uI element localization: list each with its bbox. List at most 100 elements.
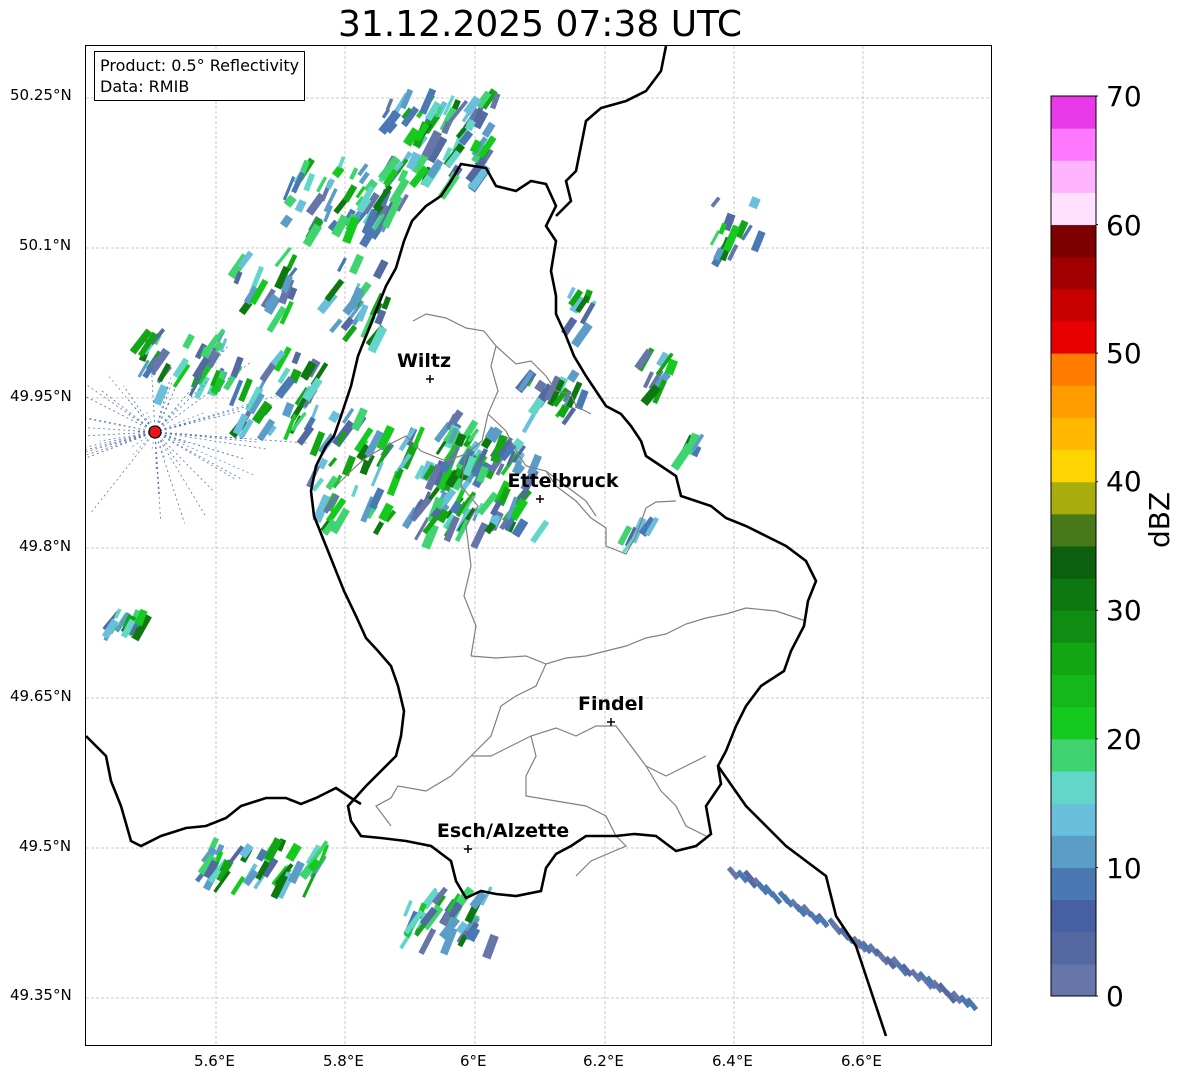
radar-clutter-ray [86,431,156,456]
colorbar-segment [1051,353,1096,386]
lat-tick-label: 49.35°N [10,986,72,1004]
product-text: Product: 0.5° Reflectivity [100,56,300,75]
colorbar-segment [1051,931,1096,965]
radar-echo [530,519,550,544]
colorbar-unit-label: dBZ [1143,491,1176,548]
radar-echo [710,196,721,208]
radar-clutter-ray [123,385,156,433]
radar-echo [279,214,293,229]
radar-clutter-ray [87,385,156,433]
radar-echo [385,98,394,111]
map-canvas [86,46,991,1045]
colorbar-segment [1051,803,1096,836]
radar-echo [294,199,307,213]
radar-site-marker [148,425,162,439]
colorbar-tick-label: 10 [1106,852,1142,885]
colorbar-segment [1051,738,1096,772]
colorbar-segment [1051,481,1096,515]
colorbar-segment [1051,706,1096,740]
colorbar-tick-label: 0 [1106,980,1124,1013]
colorbar-segment [1051,417,1096,451]
city-label-esch: Esch/Alzette [436,820,570,842]
colorbar-tick-label: 70 [1106,80,1142,113]
map-title: 31.12.2025 07:38 UTC [337,4,743,45]
radar-echo [351,484,359,498]
colorbar-segment [1051,288,1096,322]
colorbar-tick-label: 40 [1106,465,1142,498]
colorbar-tick-label: 60 [1106,209,1142,242]
colorbar-segment [1051,546,1096,579]
lat-tick-label: 49.95°N [10,387,72,405]
colorbar-segment [1051,642,1096,676]
radar-echo [230,875,246,896]
lat-tick-label: 49.5°N [19,837,72,855]
radar-map[interactable] [85,45,992,1046]
colorbar-segment [1051,449,1096,483]
radar-clutter-ray [154,431,162,521]
lon-tick-label: 6.4°E [712,1052,753,1070]
radar-echo [337,156,346,169]
radar-echo [349,253,365,275]
colorbar-segment [1051,610,1096,643]
radar-clutter-ray [100,431,156,442]
colorbar-segment [1051,385,1096,418]
radar-clutter-ray [154,410,241,433]
radar-echo [372,259,389,280]
radar-echo [291,351,302,365]
radar-echo [329,318,343,334]
radar-clutter-ray [86,431,156,453]
radar-echo [571,322,593,348]
radar-echoes [86,87,979,1012]
radar-echo [328,457,338,468]
colorbar-tick-label: 30 [1106,594,1142,627]
gridlines [86,46,991,1045]
colorbar-segment [1051,578,1096,611]
radar-echo [182,333,195,350]
radar-clutter-ray [86,431,156,451]
radar-clutter-ray [154,431,255,476]
radar-clutter-ray [86,431,156,448]
lon-tick-label: 5.6°E [194,1052,235,1070]
radar-clutter-ray [154,412,205,433]
radar-clutter-ray [154,431,185,524]
lat-tick-label: 50.1°N [19,236,72,254]
colorbar-segment [1051,192,1096,226]
radar-clutter-ray [86,417,156,433]
radar-echo [336,257,347,273]
colorbar [1050,95,1098,997]
colorbar-tick-label: 50 [1106,337,1142,370]
radar-echo [259,362,276,383]
colorbar-segment [1051,899,1096,933]
colorbar-tick-label: 20 [1106,723,1142,756]
radar-echo [349,167,359,181]
radar-echo [670,443,694,471]
radar-clutter-ray [100,390,156,433]
lon-tick-label: 6°E [460,1052,487,1070]
colorbar-segment [1051,513,1096,547]
radar-echo [275,376,296,399]
radar-clutter-ray [154,378,181,433]
colorbar-segment [1051,321,1096,354]
colorbar-segment [1051,96,1096,129]
city-label-ettelbruck: Ettelbruck [507,470,619,492]
lat-tick-label: 50.25°N [10,86,72,104]
radar-clutter-ray [154,431,237,481]
radar-echo [470,521,489,550]
radar-echo [511,518,529,538]
lon-tick-label: 6.6°E [841,1052,882,1070]
colorbar-segment [1051,128,1096,161]
colorbar-segment [1051,963,1096,997]
colorbar-segment [1051,674,1096,708]
city-label-wiltz: Wiltz [396,350,452,372]
radar-echo [305,192,326,216]
lon-tick-label: 5.8°E [323,1052,364,1070]
radar-echo [381,296,392,310]
radar-clutter-ray [154,431,266,450]
product-info-box: Product: 0.5° Reflectivity Data: RMIB [94,51,306,101]
radar-echo [152,384,169,406]
lat-tick-label: 49.65°N [10,687,72,705]
colorbar-segment [1051,224,1096,258]
radar-echo [750,230,766,253]
radar-clutter-ray [126,397,156,433]
colorbar-segment [1051,256,1096,290]
